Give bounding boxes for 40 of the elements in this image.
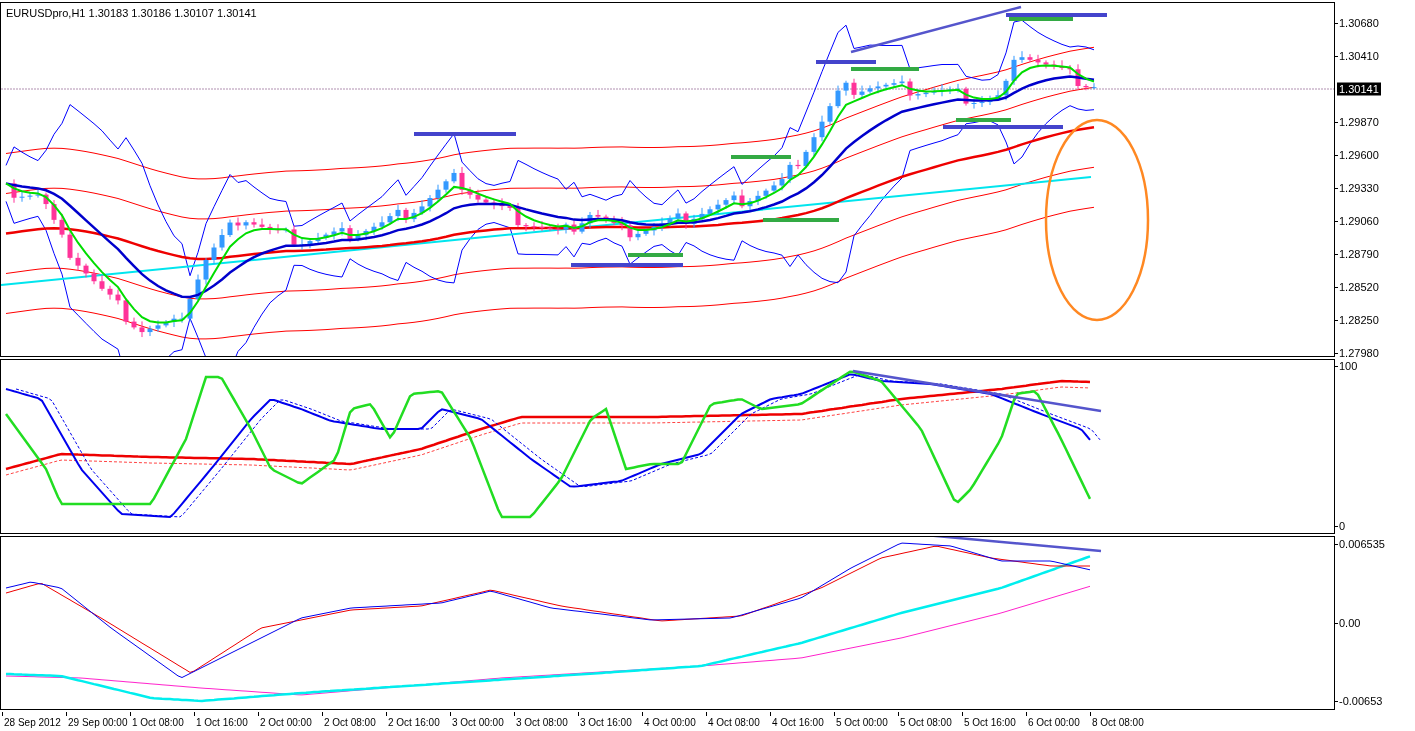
axis-label: 4 Oct 00:00 [644,716,696,729]
axis-label: 5 Oct 16:00 [964,716,1016,729]
axis-label: 3 Oct 08:00 [516,716,568,729]
axis-label: 0.00 [1339,616,1361,630]
axis-label: 100 [1339,359,1358,373]
axis-label: -0.00653 [1339,694,1383,708]
support-level-line [628,253,683,257]
axis-label: 6 Oct 00:00 [1028,716,1080,729]
axis-label: 1.28790 [1339,247,1379,261]
axis-label: 0 [1339,519,1346,533]
axis-label: 1.28520 [1339,280,1379,294]
axis-label: 1.29330 [1339,181,1379,195]
axis-label: 28 Sep 2012 [4,716,61,729]
resistance-level-line [816,60,876,64]
axis-label: 4 Oct 08:00 [708,716,760,729]
axis-label: 1.30680 [1339,16,1379,30]
axis-label: 2 Oct 16:00 [388,716,440,729]
axis-label: 3 Oct 00:00 [452,716,504,729]
axis-label: 5 Oct 00:00 [836,716,888,729]
chart-header: EURUSDpro,H1 1.30183 1.30186 1.30107 1.30141 [6,7,257,19]
axis-label: 1.29060 [1339,214,1379,228]
axis-label: 2 Oct 00:00 [260,716,312,729]
axis-label: 29 Sep 00:00 [68,716,128,729]
axis-label: 1 Oct 08:00 [132,716,184,729]
axis-label: 1.30410 [1339,49,1379,63]
current-price-label: 1.30141 [1337,82,1381,96]
axis-label: 1.28250 [1339,313,1379,327]
axis-label: 0.006535 [1339,537,1385,551]
axis-label: 5 Oct 08:00 [900,716,952,729]
axis-label: 4 Oct 16:00 [772,716,824,729]
axis-label: 1.27980 [1339,346,1379,360]
axis-label: 1.29600 [1339,148,1379,162]
resistance-level-line [731,155,791,159]
axis-label: 1 Oct 16:00 [196,716,248,729]
axis-label: 3 Oct 16:00 [580,716,632,729]
resistance-level-line [851,67,919,71]
support-level-line [956,118,1011,122]
axis-label: 1.29870 [1339,115,1379,129]
axis-label: 2 Oct 08:00 [324,716,376,729]
axis-label: 8 Oct 08:00 [1092,716,1144,729]
